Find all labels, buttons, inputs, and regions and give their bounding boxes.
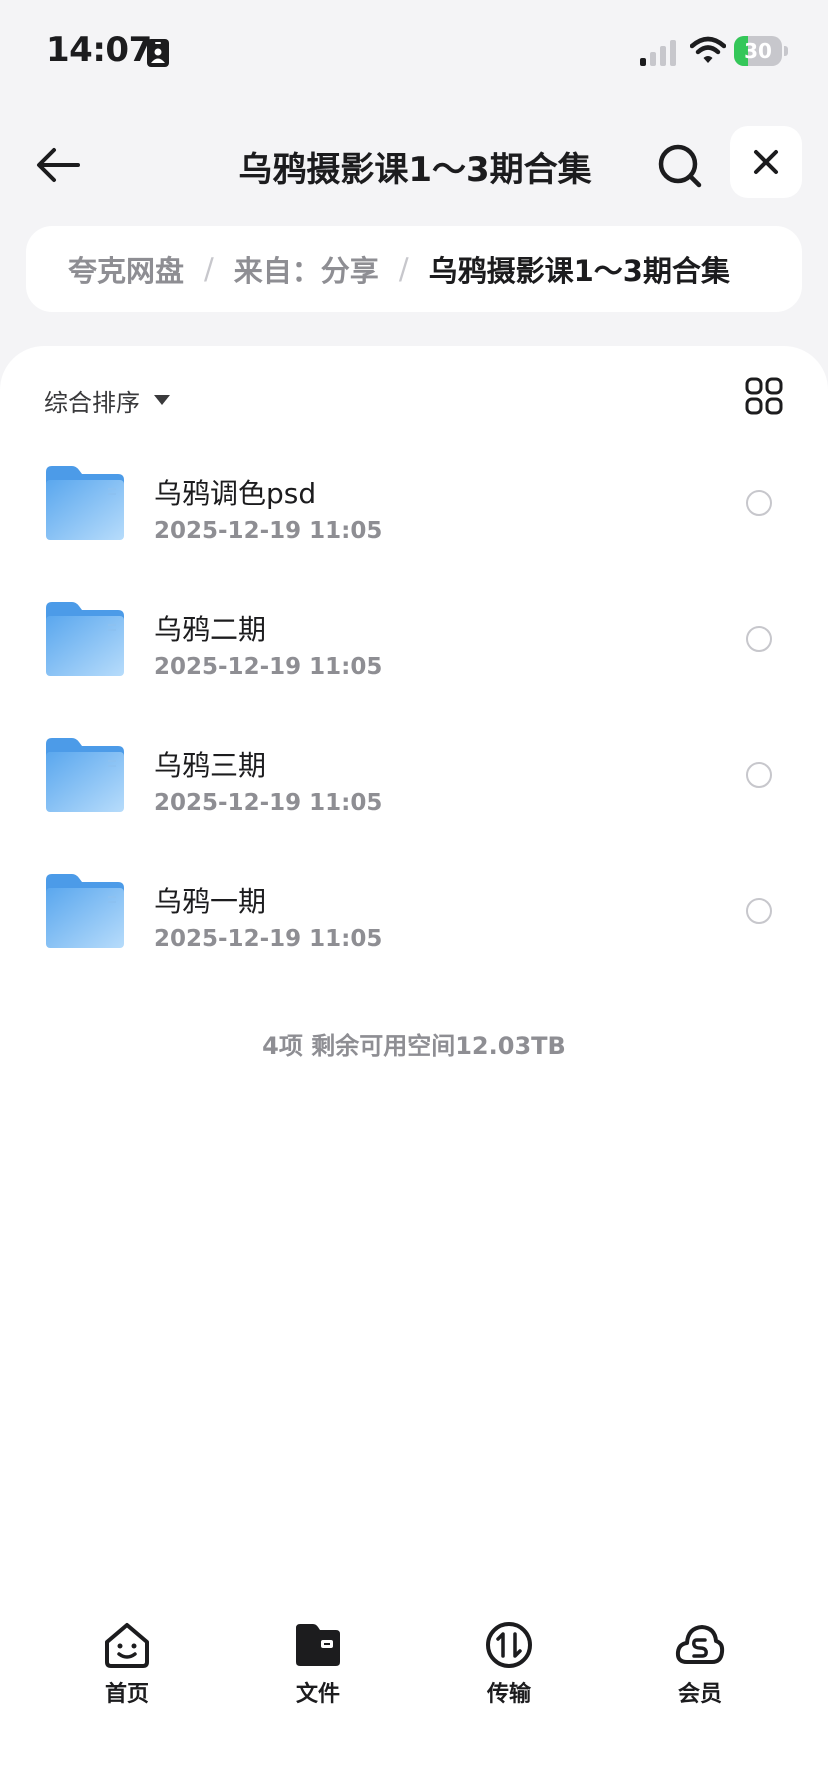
storage-summary: 4项 剩余可用空间12.03TB xyxy=(262,1032,566,1060)
file-row[interactable]: 乌鸦一期 2025-12-19 11:05 xyxy=(0,844,828,980)
breadcrumb-separator: / xyxy=(204,252,214,286)
tab-label: 会员 xyxy=(677,1682,722,1707)
select-radio[interactable] xyxy=(746,490,772,516)
file-row[interactable]: 乌鸦三期 2025-12-19 11:05 xyxy=(0,708,828,844)
page-title: 乌鸦摄影课1～3期合集 xyxy=(238,150,592,190)
folder-icon xyxy=(46,466,124,540)
tab-bar: 首页 文件 传输 会员 xyxy=(0,1610,828,1720)
status-bar: 14:07 30 xyxy=(0,0,828,100)
tab-label: 文件 xyxy=(295,1682,340,1707)
header: 乌鸦摄影课1～3期合集 xyxy=(0,120,828,210)
tab-files[interactable]: 文件 xyxy=(258,1620,378,1720)
sort-label: 综合排序 xyxy=(44,388,140,417)
file-name: 乌鸦一期 xyxy=(154,885,267,918)
status-time: 14:07 xyxy=(46,30,152,70)
file-name: 乌鸦二期 xyxy=(154,613,267,646)
file-browser: 综合排序 乌鸦调色psd 2025-12-19 11:05 乌鸦二期 2025-… xyxy=(0,346,828,1792)
sort-dropdown[interactable]: 综合排序 xyxy=(44,380,170,420)
file-list: 乌鸦调色psd 2025-12-19 11:05 乌鸦二期 2025-12-19… xyxy=(0,436,828,980)
arrow-left-icon xyxy=(37,148,80,182)
battery-indicator: 30 xyxy=(734,36,788,66)
search-button[interactable] xyxy=(652,138,708,194)
battery-percent: 30 xyxy=(744,39,772,63)
id-card-icon xyxy=(147,39,169,67)
select-radio[interactable] xyxy=(746,898,772,924)
file-row[interactable]: 乌鸦二期 2025-12-19 11:05 xyxy=(0,572,828,708)
file-date: 2025-12-19 11:05 xyxy=(154,926,383,952)
back-button[interactable] xyxy=(30,140,86,190)
search-icon xyxy=(658,144,702,188)
breadcrumb-item-current: 乌鸦摄影课1～3期合集 xyxy=(428,254,730,288)
close-button[interactable] xyxy=(730,126,802,198)
file-row[interactable]: 乌鸦调色psd 2025-12-19 11:05 xyxy=(0,436,828,572)
file-date: 2025-12-19 11:05 xyxy=(154,654,383,680)
breadcrumb-item-share[interactable]: 来自：分享 xyxy=(234,248,379,290)
breadcrumb-item-root[interactable]: 夸克网盘 xyxy=(68,248,184,290)
folder-icon xyxy=(46,602,124,676)
transfer-icon xyxy=(486,1622,532,1668)
breadcrumb-separator: / xyxy=(398,252,409,286)
file-name: 乌鸦调色psd xyxy=(154,477,317,510)
close-icon xyxy=(754,150,778,174)
file-date: 2025-12-19 11:05 xyxy=(154,790,383,816)
tab-label: 传输 xyxy=(486,1682,531,1707)
grid-view-icon[interactable] xyxy=(744,376,784,416)
folder-icon xyxy=(46,738,124,812)
home-face-icon xyxy=(105,1623,149,1668)
select-radio[interactable] xyxy=(746,626,772,652)
breadcrumb: 夸克网盘 / 来自：分享 / 乌鸦摄影课1～3期合集 xyxy=(26,226,802,312)
member-cloud-icon xyxy=(675,1625,725,1664)
caret-down-icon xyxy=(154,395,170,405)
folder-tab-icon xyxy=(296,1624,340,1666)
select-radio[interactable] xyxy=(746,762,772,788)
file-date: 2025-12-19 11:05 xyxy=(154,518,383,544)
signal-icon xyxy=(640,40,676,66)
tab-transfer[interactable]: 传输 xyxy=(449,1620,569,1720)
folder-icon xyxy=(46,874,124,948)
tab-home[interactable]: 首页 xyxy=(67,1620,187,1720)
wifi-icon xyxy=(690,36,726,63)
tab-label: 首页 xyxy=(104,1682,149,1707)
file-name: 乌鸦三期 xyxy=(154,749,267,782)
tab-member[interactable]: 会员 xyxy=(640,1620,760,1720)
